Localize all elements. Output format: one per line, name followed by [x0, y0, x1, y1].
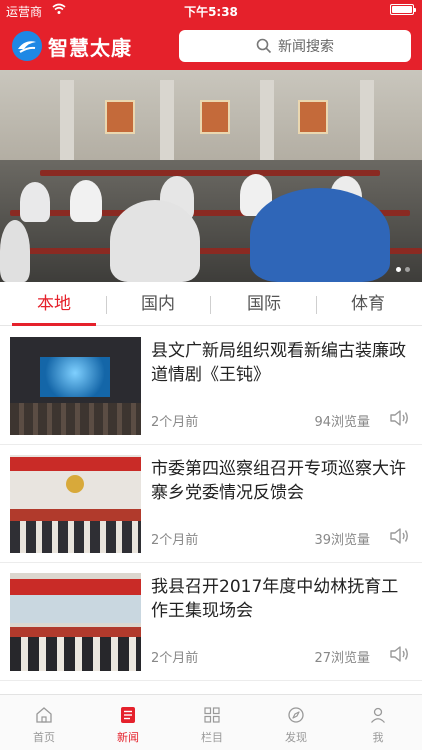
news-icon — [121, 707, 135, 723]
active-tab-indicator — [12, 323, 96, 326]
compass-icon — [288, 707, 304, 723]
tabbar-label: 首页 — [33, 731, 55, 744]
speaker-icon[interactable] — [388, 643, 410, 665]
news-views: 94浏览量 — [314, 415, 370, 430]
news-item[interactable]: 县文广新局组织观看新编古装廉政道情剧《王钝》 2个月前 94浏览量 — [0, 327, 422, 445]
banner-carousel[interactable] — [0, 70, 422, 282]
status-bar: 运营商 下午5:38 — [0, 0, 422, 20]
logo-icon — [12, 31, 42, 61]
tabbar-item-home[interactable]: 首页 — [2, 695, 86, 750]
carousel-dots[interactable] — [396, 267, 410, 272]
news-title: 县文广新局组织观看新编古装廉政道情剧《王钝》 — [151, 341, 406, 385]
tab-divider — [210, 296, 211, 314]
search-icon — [256, 38, 272, 54]
bottom-tab-bar: 首页 新闻 栏目 发现 我 — [0, 694, 422, 750]
tabbar-label: 栏目 — [201, 731, 223, 744]
person-icon — [371, 707, 385, 723]
news-views: 39浏览量 — [314, 533, 370, 548]
news-thumbnail — [10, 337, 141, 435]
tab-domestic[interactable]: 国内 — [116, 282, 200, 326]
news-time: 2个月前 — [151, 533, 199, 548]
speaker-icon[interactable] — [388, 407, 410, 429]
app-header: 运营商 下午5:38 智慧太康 新闻搜索 — [0, 0, 422, 70]
tabbar-item-me[interactable]: 我 — [336, 695, 420, 750]
tabbar-item-news[interactable]: 新闻 — [86, 695, 170, 750]
search-input[interactable]: 新闻搜索 — [179, 30, 411, 62]
tab-divider — [106, 296, 107, 314]
grid-icon — [204, 707, 220, 723]
news-time: 2个月前 — [151, 415, 199, 430]
carousel-dot[interactable] — [396, 267, 401, 272]
news-item[interactable]: 我县召开2017年度中幼林抚育工作王集现场会 2个月前 27浏览量 — [0, 563, 422, 681]
news-title: 市委第四巡察组召开专项巡察大许寨乡党委情况反馈会 — [151, 459, 406, 503]
app-logo[interactable]: 智慧太康 — [12, 30, 132, 62]
tabbar-item-columns[interactable]: 栏目 — [170, 695, 254, 750]
tabbar-label: 发现 — [285, 731, 307, 744]
tabbar-item-discover[interactable]: 发现 — [254, 695, 338, 750]
search-placeholder: 新闻搜索 — [278, 39, 334, 55]
home-icon — [36, 707, 52, 723]
tab-sports[interactable]: 体育 — [326, 282, 410, 326]
carousel-dot[interactable] — [405, 267, 410, 272]
battery-icon — [390, 4, 416, 15]
tab-divider — [316, 296, 317, 314]
tabbar-label: 新闻 — [117, 731, 139, 744]
tab-local[interactable]: 本地 — [12, 282, 96, 326]
news-thumbnail — [10, 455, 141, 553]
news-title: 我县召开2017年度中幼林抚育工作王集现场会 — [151, 577, 399, 621]
speaker-icon[interactable] — [388, 525, 410, 547]
news-time: 2个月前 — [151, 651, 199, 666]
news-item[interactable]: 市委第四巡察组召开专项巡察大许寨乡党委情况反馈会 2个月前 39浏览量 — [0, 445, 422, 563]
news-views: 27浏览量 — [314, 651, 370, 666]
tab-international[interactable]: 国际 — [222, 282, 306, 326]
category-tabs: 本地 国内 国际 体育 — [0, 282, 422, 326]
news-thumbnail — [10, 573, 141, 671]
tabbar-label: 我 — [372, 731, 384, 744]
status-time: 下午5:38 — [184, 5, 238, 19]
app-title: 智慧太康 — [48, 35, 132, 60]
